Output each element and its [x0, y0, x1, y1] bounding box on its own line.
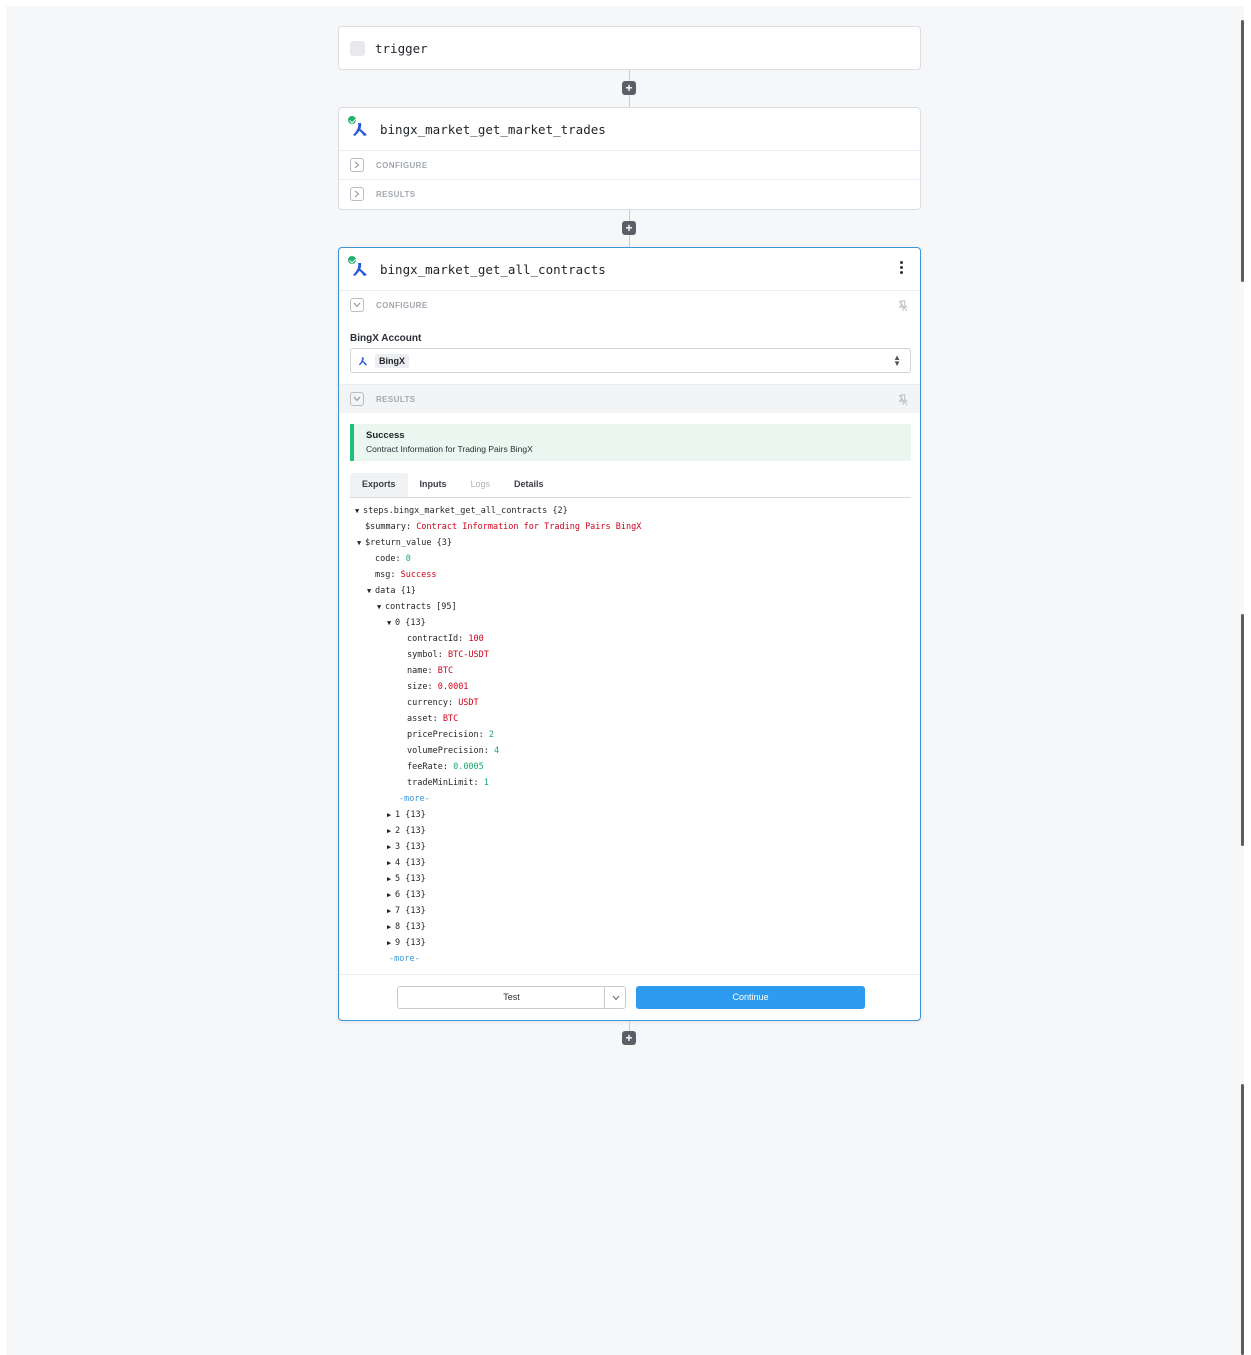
tree-node-item[interactable]: ▶ 3 {13} — [355, 839, 641, 855]
tree-node-return-value[interactable]: ▼ $return_value {3} — [355, 535, 641, 551]
tree-leaf: msg: Success — [375, 570, 437, 580]
tree-leaf: size: 0.0001 — [407, 682, 469, 692]
result-tabs: Exports Inputs Logs Details — [350, 473, 911, 498]
plus-icon: + — [625, 1031, 633, 1045]
tree-node-item[interactable]: ▶ 8 {13} — [355, 919, 641, 935]
all-contracts-step[interactable]: bingx_market_get_all_contracts CONFIGURE… — [338, 247, 921, 1021]
check-icon — [347, 115, 357, 125]
add-step-button[interactable]: + — [622, 1031, 636, 1045]
tree-leaf: contractId: 100 — [407, 634, 484, 644]
tree-leaf: pricePrecision: 2 — [407, 730, 495, 740]
tree-leaf: $summary: Contract Information for Tradi… — [365, 522, 642, 532]
chevron-right-icon[interactable] — [350, 158, 364, 172]
tree-leaf: volumePrecision: 4 — [407, 746, 500, 756]
tree-node-data[interactable]: ▼ data {1} — [355, 583, 641, 599]
step-title: bingx_market_get_all_contracts — [380, 261, 606, 277]
tree-node-item[interactable]: ▶ 9 {13} — [355, 935, 641, 951]
chevron-down-icon[interactable] — [604, 986, 626, 1009]
results-section[interactable]: RESULTS — [339, 179, 920, 208]
tree-leaf: name: BTC — [407, 666, 454, 676]
configure-section[interactable]: CONFIGURE — [339, 290, 920, 319]
configure-section[interactable]: CONFIGURE — [339, 150, 920, 179]
tree-node-item[interactable]: ▶ 5 {13} — [355, 871, 641, 887]
chevron-down-icon[interactable] — [350, 298, 364, 312]
plus-icon: + — [625, 81, 633, 95]
step-footer: Test Continue — [339, 974, 920, 1021]
add-step-button[interactable]: + — [622, 81, 636, 95]
test-button[interactable]: Test — [397, 986, 626, 1009]
tree-leaf: code: 0 — [375, 554, 411, 564]
exports-tree: ▼ steps.bingx_market_get_all_contracts {2… — [355, 503, 641, 967]
tree-leaf: asset: BTC — [407, 714, 459, 724]
configure-label: CONFIGURE — [376, 300, 428, 310]
account-label: BingX Account — [350, 333, 422, 344]
check-icon — [347, 255, 357, 265]
success-alert: Success Contract Information for Trading… — [350, 424, 911, 461]
tab-logs[interactable]: Logs — [459, 473, 503, 497]
tree-node-item[interactable]: ▶ 6 {13} — [355, 887, 641, 903]
tab-details[interactable]: Details — [502, 473, 556, 497]
bingx-logo-icon — [347, 115, 370, 139]
results-label: RESULTS — [376, 189, 416, 199]
continue-button[interactable]: Continue — [636, 986, 865, 1009]
more-link[interactable]: -more- — [355, 791, 641, 807]
tree-leaf: symbol: BTC-USDT — [407, 650, 489, 660]
tab-inputs[interactable]: Inputs — [408, 473, 459, 497]
plus-icon: + — [625, 221, 633, 235]
tree-leaf: tradeMinLimit: 1 — [407, 778, 489, 788]
add-step-button[interactable]: + — [622, 221, 636, 235]
results-section[interactable]: RESULTS — [339, 384, 920, 413]
tree-node-item[interactable]: ▶ 7 {13} — [355, 903, 641, 919]
tree-node-item-0[interactable]: ▼ 0 {13} — [355, 615, 641, 631]
scrollbar-thumb[interactable] — [1241, 1084, 1244, 1355]
tree-node-contracts[interactable]: ▼ contracts [95] — [355, 599, 641, 615]
tree-node-item[interactable]: ▶ 1 {13} — [355, 807, 641, 823]
results-label: RESULTS — [376, 394, 416, 404]
scrollbar-thumb[interactable] — [1241, 20, 1244, 282]
bingx-logo-icon — [347, 255, 370, 279]
tree-leaf: feeRate: 0.0005 — [407, 762, 484, 772]
more-link[interactable]: -more- — [355, 951, 641, 967]
select-caret-icon: ▲ ▼ — [893, 353, 901, 368]
configure-label: CONFIGURE — [376, 160, 428, 170]
tree-node-item[interactable]: ▶ 4 {13} — [355, 855, 641, 871]
scrollbar-thumb[interactable] — [1241, 614, 1244, 846]
alert-message: Contract Information for Trading Pairs B… — [366, 444, 533, 454]
pin-icon[interactable] — [898, 393, 908, 411]
kebab-icon[interactable] — [900, 261, 904, 276]
step-title: bingx_market_get_market_trades — [380, 121, 606, 137]
bingx-logo-icon — [358, 356, 368, 365]
step-title: trigger — [375, 40, 428, 56]
market-trades-step[interactable]: bingx_market_get_market_trades CONFIGURE… — [338, 107, 921, 210]
pin-icon[interactable] — [898, 299, 908, 317]
chevron-down-icon[interactable] — [350, 392, 364, 406]
trigger-placeholder-icon — [350, 40, 365, 56]
tree-node-root[interactable]: ▼ steps.bingx_market_get_all_contracts {2… — [355, 503, 641, 519]
tab-exports[interactable]: Exports — [350, 473, 408, 497]
trigger-step[interactable]: trigger — [338, 26, 921, 70]
account-value: BingX — [375, 353, 409, 368]
alert-title: Success — [366, 430, 405, 441]
tree-leaf: currency: USDT — [407, 698, 479, 708]
tree-node-item[interactable]: ▶ 2 {13} — [355, 823, 641, 839]
chevron-right-icon[interactable] — [350, 187, 364, 201]
account-select[interactable]: BingX ▲ ▼ — [350, 348, 911, 373]
